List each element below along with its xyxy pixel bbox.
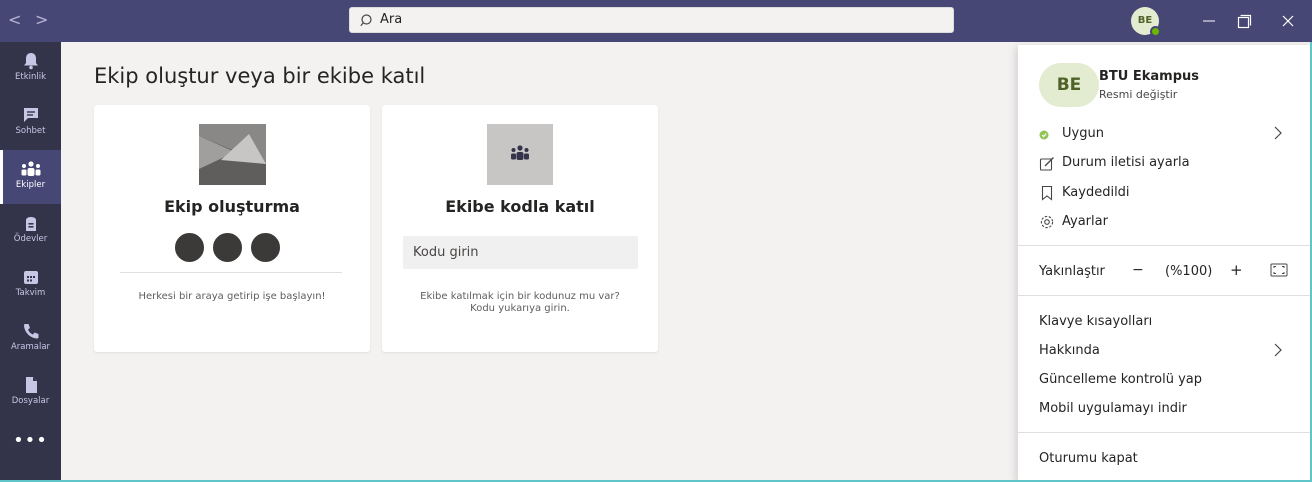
edit-status-icon [1039, 157, 1054, 171]
divider [1018, 295, 1312, 296]
member-avatar [249, 231, 282, 264]
create-team-card[interactable]: Ekip oluşturma Herkesi bir araya getirip… [94, 105, 370, 352]
rail-item-activity[interactable]: Etkinlik [0, 42, 61, 96]
check-updates-item[interactable]: Güncelleme kontrolü yap [1039, 372, 1202, 387]
profile-avatar-button[interactable]: BE [1131, 7, 1161, 37]
bookmark-icon [1041, 185, 1053, 201]
search-icon [360, 14, 372, 27]
zoom-level: (%100) [1165, 264, 1213, 279]
teams-icon [21, 161, 40, 176]
gear-icon [1040, 215, 1054, 229]
create-team-title: Ekip oluşturma [164, 197, 300, 216]
rail-item-label: Etkinlik [14, 72, 47, 82]
chevron-right-icon[interactable] [1272, 125, 1284, 141]
divider [120, 272, 342, 273]
page-title: Ekip oluştur veya bir ekibe katıl [94, 64, 426, 88]
rail-item-calls[interactable]: Aramalar [0, 312, 61, 366]
rail-item-label: Takvim [15, 288, 46, 298]
avatar-initials: BE [1137, 15, 1153, 26]
create-team-illustration-icon [199, 124, 266, 185]
divider [1018, 245, 1312, 246]
rail-item-label: Sohbet [15, 126, 46, 136]
create-team-description: Herkesi bir araya getirip işe başlayın! [138, 291, 326, 302]
phone-icon [23, 324, 38, 339]
set-status-message[interactable]: Durum iletisi ayarla [1062, 155, 1190, 170]
zoom-label: Yakınlaştır [1039, 264, 1105, 279]
change-picture-link[interactable]: Resmi değiştir [1099, 88, 1177, 101]
rail-item-label: Ödevler [13, 234, 48, 244]
calendar-icon [23, 271, 38, 284]
file-icon [25, 377, 37, 393]
member-avatar [211, 231, 244, 264]
profile-menu: BE BTU Ekampus Resmi değiştir Uygun Duru… [1018, 45, 1312, 482]
profile-avatar[interactable]: BE [1039, 63, 1099, 107]
chevron-right-icon[interactable] [1272, 342, 1284, 358]
join-team-description-line2: Kodu yukarıya girin. [470, 303, 570, 314]
assignments-icon [25, 217, 36, 231]
minimize-button[interactable] [1197, 9, 1221, 33]
rail-item-label: Ekipler [15, 180, 46, 190]
more-apps-button[interactable]: ••• [0, 430, 61, 451]
forward-button[interactable]: > [35, 10, 48, 29]
search-input[interactable]: Ara [349, 7, 954, 33]
status-available-icon [1039, 130, 1049, 140]
join-team-title: Ekibe kodla katıl [445, 197, 595, 216]
keyboard-shortcuts-item[interactable]: Klavye kısayolları [1039, 314, 1152, 329]
fullscreen-icon[interactable] [1270, 263, 1288, 277]
team-code-input[interactable]: Kodu girin [403, 236, 638, 269]
about-item[interactable]: Hakkında [1039, 343, 1100, 358]
sign-out-item[interactable]: Oturumu kapat [1039, 451, 1138, 466]
maximize-button[interactable] [1232, 9, 1256, 33]
member-avatar [173, 231, 206, 264]
rail-item-label: Aramalar [10, 342, 51, 352]
divider [1018, 432, 1312, 433]
download-mobile-item[interactable]: Mobil uygulamayı indir [1039, 401, 1187, 416]
status-available-icon [1150, 26, 1161, 37]
rail-item-teams[interactable]: Ekipler [0, 150, 61, 204]
chat-icon [23, 108, 38, 122]
app-rail: Etkinlik Sohbet Ekipler Ödevler Takvim A… [0, 42, 61, 482]
saved-item[interactable]: Kaydedildi [1062, 185, 1130, 200]
join-team-card: Ekibe kodla katıl Kodu girin Ekibe katıl… [382, 105, 658, 352]
status-available[interactable]: Uygun [1062, 126, 1104, 141]
close-button[interactable] [1276, 9, 1300, 33]
zoom-out-button[interactable]: − [1132, 262, 1144, 278]
title-bar: < > Ara BE [0, 0, 1312, 42]
user-name: BTU Ekampus [1099, 69, 1200, 84]
rail-item-label: Dosyalar [11, 396, 50, 406]
rail-item-chat[interactable]: Sohbet [0, 96, 61, 150]
rail-item-calendar[interactable]: Takvim [0, 258, 61, 312]
zoom-in-button[interactable]: + [1230, 261, 1243, 279]
join-team-description-line1: Ekibe katılmak için bir kodunuz mu var? [420, 291, 620, 302]
bell-icon [23, 53, 38, 70]
rail-item-files[interactable]: Dosyalar [0, 366, 61, 420]
back-button[interactable]: < [8, 10, 21, 29]
rail-item-assignments[interactable]: Ödevler [0, 204, 61, 258]
search-placeholder: Ara [380, 12, 403, 27]
join-team-illustration-icon [487, 124, 553, 185]
settings-item[interactable]: Ayarlar [1062, 214, 1108, 229]
